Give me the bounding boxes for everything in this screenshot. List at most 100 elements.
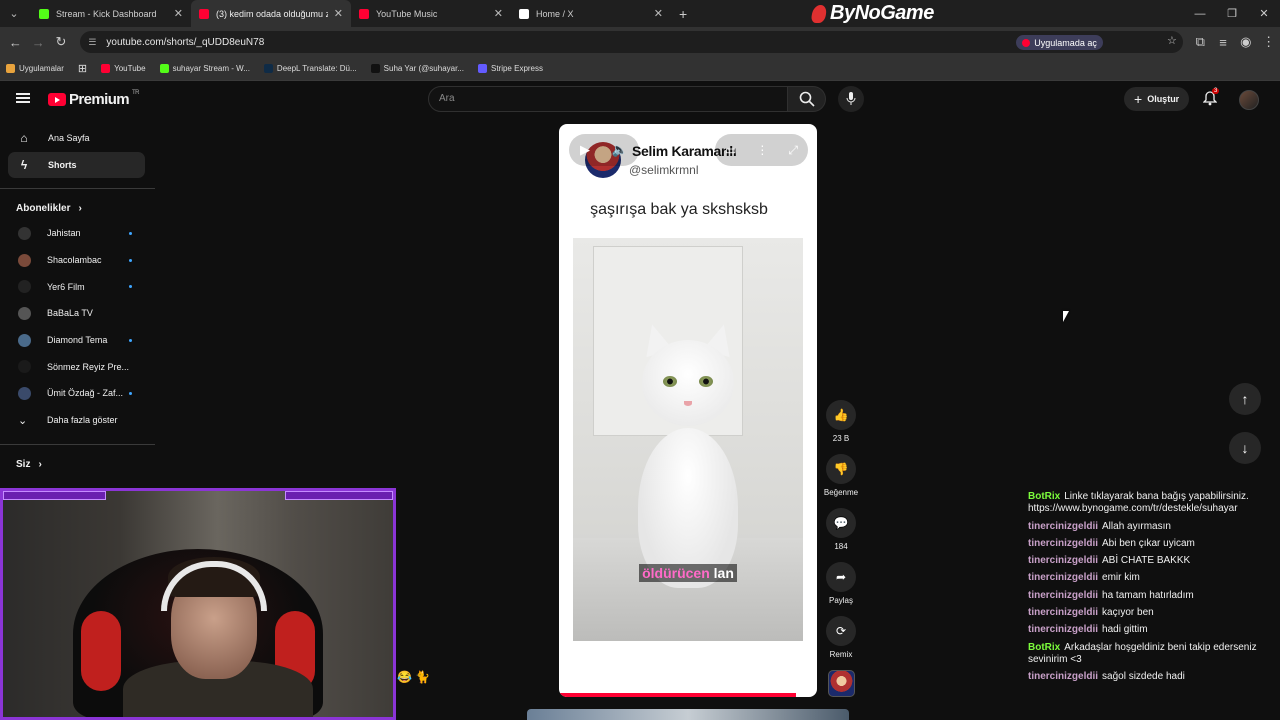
- search-button[interactable]: [788, 86, 826, 112]
- chat-username[interactable]: tinercinizgeldii: [1028, 671, 1098, 682]
- reload-button[interactable]: ↻: [50, 34, 73, 50]
- share-icon[interactable]: ➦: [826, 562, 856, 592]
- bookmark-item[interactable]: Stripe Express: [477, 64, 543, 73]
- media-control-icon[interactable]: ≡: [1212, 35, 1235, 50]
- next-short-button[interactable]: ↓: [1229, 432, 1261, 464]
- subscription-item[interactable]: Shacolambac: [0, 247, 155, 274]
- chat-username[interactable]: tinercinizgeldii: [1028, 590, 1098, 601]
- shorts-player[interactable]: Selim Karamanlı @selimkrmnl ▶ 🔈 ▭ ⋮ ⤢ şa…: [559, 124, 817, 697]
- chat-username[interactable]: tinercinizgeldii: [1028, 521, 1098, 532]
- subscriptions-header[interactable]: Abonelikler ›: [0, 197, 155, 220]
- forward-button[interactable]: →: [27, 35, 50, 50]
- close-tab-icon[interactable]: ✕: [654, 7, 663, 20]
- apps-grid-icon[interactable]: ⊞: [78, 62, 87, 75]
- previous-short-button[interactable]: ↑: [1229, 383, 1261, 415]
- sidebar-item-shorts[interactable]: ϟ Shorts: [8, 151, 145, 178]
- youtube-premium-logo[interactable]: Premium TR: [48, 90, 139, 108]
- like-icon[interactable]: 👍: [826, 400, 856, 430]
- create-button[interactable]: + Oluştur: [1124, 87, 1190, 111]
- player-options: ▭ ⋮ ⤢: [715, 134, 808, 166]
- you-header[interactable]: Siz ›: [0, 453, 155, 476]
- subtitle-box: öldürücen lan: [639, 564, 737, 582]
- chat-username[interactable]: BotRix: [1028, 642, 1060, 653]
- tab-search-button[interactable]: ⌄: [3, 3, 25, 25]
- menu-icon[interactable]: [16, 93, 30, 103]
- close-tab-icon[interactable]: ✕: [334, 7, 343, 20]
- browser-tab[interactable]: YouTube Music ✕: [351, 0, 511, 27]
- browser-tab[interactable]: Stream - Kick Dashboard ✕: [31, 0, 191, 27]
- open-in-app-button[interactable]: Uygulamada aç: [1016, 35, 1103, 50]
- share-button[interactable]: ➦ Paylaş: [824, 562, 858, 606]
- bookmark-label: Suha Yar (@suhayar...: [383, 64, 464, 73]
- bookmark-favicon-icon: [370, 64, 380, 73]
- bookmark-item[interactable]: YouTube: [101, 64, 146, 73]
- sidebar-item-home[interactable]: ⌂ Ana Sayfa: [8, 125, 145, 152]
- new-tab-button[interactable]: +: [679, 6, 687, 22]
- video-progress-bar[interactable]: [559, 693, 797, 697]
- extensions-icon[interactable]: ⧉: [1189, 34, 1212, 50]
- chat-text: Arkadaşlar hoşgeldiniz beni takip ederse…: [1028, 641, 1257, 665]
- browser-tab[interactable]: Home / X ✕: [511, 0, 671, 27]
- chat-username[interactable]: tinercinizgeldii: [1028, 538, 1098, 549]
- site-info-icon[interactable]: ☰: [88, 37, 100, 48]
- like-button[interactable]: 👍 23 B: [824, 400, 858, 444]
- browser-menu-icon[interactable]: ⋮: [1257, 34, 1280, 50]
- chat-username[interactable]: tinercinizgeldii: [1028, 624, 1098, 635]
- cat-eye-left: [663, 376, 677, 387]
- url-bar[interactable]: ☰ youtube.com/shorts/_qUDD8euN78 Uygulam…: [80, 31, 1183, 53]
- dislike-icon[interactable]: 👎: [826, 454, 856, 484]
- chat-message: tinercinizgeldii sağol sizdede hadi: [1028, 671, 1264, 683]
- tab-title: YouTube Music: [376, 8, 438, 19]
- chat-username[interactable]: tinercinizgeldii: [1028, 555, 1098, 566]
- volume-icon[interactable]: 🔈: [612, 142, 628, 158]
- show-more-button[interactable]: ⌄ Daha fazla göster: [0, 407, 155, 434]
- chat-message: tinercinizgeldii Abi ben çıkar uyicam: [1028, 538, 1264, 550]
- chat-username[interactable]: tinercinizgeldii: [1028, 572, 1098, 583]
- subscription-item[interactable]: BaBaLa TV: [0, 300, 155, 327]
- subscription-item[interactable]: Yer6 Film: [0, 273, 155, 300]
- minimize-button[interactable]: —: [1184, 8, 1216, 20]
- chat-text: ha tamam hatırladım: [1102, 589, 1194, 601]
- profile-icon[interactable]: ◉: [1234, 34, 1257, 50]
- subscription-item[interactable]: Diamond Tema: [0, 327, 155, 354]
- bookmark-favicon-icon: [477, 64, 487, 73]
- dislike-button[interactable]: 👎 Beğenme: [824, 454, 858, 498]
- subscription-item[interactable]: Sönmez Reyiz Pre...: [0, 353, 155, 380]
- subtitle-rest: lan: [713, 565, 734, 581]
- subscription-item[interactable]: Ümit Özdağ - Zaf...: [0, 380, 155, 407]
- channel-thumbnail[interactable]: [828, 670, 855, 697]
- captions-icon[interactable]: ▭: [725, 143, 736, 157]
- close-tab-icon[interactable]: ✕: [494, 7, 503, 20]
- account-avatar[interactable]: [1239, 90, 1259, 110]
- bookmark-item[interactable]: suhayar Stream - W...: [159, 64, 250, 73]
- chat-username[interactable]: tinercinizgeldii: [1028, 607, 1098, 618]
- remix-button[interactable]: ⟳ Remix: [824, 616, 858, 660]
- maximize-button[interactable]: ❐: [1216, 7, 1248, 20]
- notifications-button[interactable]: 3: [1202, 88, 1220, 111]
- sidebar-item-label: Ana Sayfa: [48, 133, 90, 144]
- chat-text: emir kim: [1102, 572, 1140, 584]
- bookmark-star-icon[interactable]: ☆: [1167, 34, 1177, 47]
- close-window-button[interactable]: ✕: [1248, 7, 1280, 20]
- bookmark-item[interactable]: Uygulamalar: [6, 64, 64, 73]
- close-tab-icon[interactable]: ✕: [174, 7, 183, 20]
- more-options-icon[interactable]: ⋮: [756, 143, 768, 157]
- fullscreen-icon[interactable]: ⤢: [788, 143, 798, 158]
- action-label: 184: [834, 542, 848, 551]
- subscription-item[interactable]: Jahistan: [0, 220, 155, 247]
- browser-tab[interactable]: (3) kedim odada olduğumu zan ✕: [191, 0, 351, 27]
- home-icon: ⌂: [20, 131, 28, 146]
- bookmark-item[interactable]: Suha Yar (@suhayar...: [370, 64, 464, 73]
- play-icon[interactable]: ▶: [580, 142, 590, 158]
- search-input[interactable]: Ara: [428, 86, 788, 112]
- voice-search-button[interactable]: [838, 86, 864, 112]
- chat-username[interactable]: BotRix: [1028, 491, 1060, 502]
- comment-icon[interactable]: 💬: [826, 508, 856, 538]
- remix-icon[interactable]: ⟳: [826, 616, 856, 646]
- comment-button[interactable]: 💬 184: [824, 508, 858, 552]
- channel-handle[interactable]: @selimkrmnl: [629, 163, 699, 177]
- back-button[interactable]: ←: [4, 35, 27, 50]
- video-frame[interactable]: öldürücen lan: [573, 238, 803, 641]
- chat-text: Abi ben çıkar uyicam: [1102, 537, 1195, 549]
- bookmark-item[interactable]: DeepL Translate: Dü...: [263, 64, 357, 73]
